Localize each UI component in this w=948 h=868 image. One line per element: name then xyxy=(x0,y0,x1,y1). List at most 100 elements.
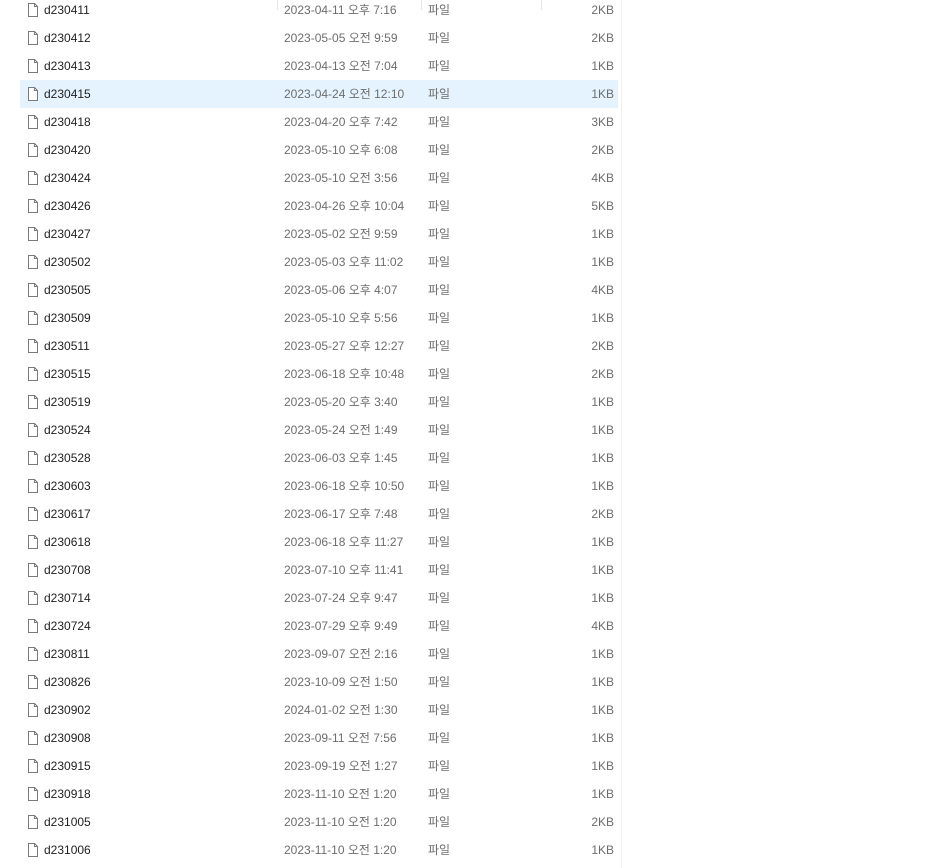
file-name: d230603 xyxy=(44,479,91,493)
file-type: 파일 xyxy=(428,619,451,633)
file-size: 1KB xyxy=(591,311,614,325)
file-name: d230412 xyxy=(44,31,91,45)
file-row[interactable]: d230511 2023-05-27 오후 12:27 파일 2KB xyxy=(20,332,618,360)
file-modified-date: 2023-09-11 오전 7:56 xyxy=(284,731,397,745)
file-type: 파일 xyxy=(428,255,451,269)
file-row[interactable]: d230420 2023-05-10 오후 6:08 파일 2KB xyxy=(20,136,618,164)
file-icon xyxy=(28,787,38,801)
file-modified-date: 2023-04-24 오전 12:10 xyxy=(284,87,405,101)
file-icon xyxy=(28,59,38,73)
file-name: d230618 xyxy=(44,535,91,549)
file-row[interactable]: d230811 2023-09-07 오전 2:16 파일 1KB xyxy=(20,640,618,668)
file-modified-date: 2023-05-02 오전 9:59 xyxy=(284,227,398,241)
file-size: 2KB xyxy=(591,31,614,45)
file-icon xyxy=(28,703,38,717)
file-modified-date: 2023-05-24 오전 1:49 xyxy=(284,423,398,437)
file-type: 파일 xyxy=(428,423,451,437)
file-icon xyxy=(28,395,38,409)
file-row[interactable]: d230418 2023-04-20 오후 7:42 파일 3KB xyxy=(20,108,618,136)
file-modified-date: 2023-06-03 오후 1:45 xyxy=(284,451,398,465)
file-icon xyxy=(28,31,38,45)
file-size: 2KB xyxy=(591,507,614,521)
file-modified-date: 2023-05-10 오후 5:56 xyxy=(284,311,398,325)
file-size: 1KB xyxy=(591,479,614,493)
file-modified-date: 2023-05-06 오후 4:07 xyxy=(284,283,398,297)
file-type: 파일 xyxy=(428,283,451,297)
file-icon xyxy=(28,367,38,381)
file-size: 2KB xyxy=(591,339,614,353)
file-size: 1KB xyxy=(591,647,614,661)
file-name: d230502 xyxy=(44,255,91,269)
file-icon xyxy=(28,843,38,857)
file-row[interactable]: d230524 2023-05-24 오전 1:49 파일 1KB xyxy=(20,416,618,444)
file-row[interactable]: d230519 2023-05-20 오후 3:40 파일 1KB xyxy=(20,388,618,416)
file-row[interactable]: d230826 2023-10-09 오전 1:50 파일 1KB xyxy=(20,668,618,696)
file-modified-date: 2023-04-13 오전 7:04 xyxy=(284,59,398,73)
file-icon xyxy=(28,87,38,101)
file-row[interactable]: d230918 2023-11-10 오전 1:20 파일 1KB xyxy=(20,780,618,808)
file-row[interactable]: d230424 2023-05-10 오전 3:56 파일 4KB xyxy=(20,164,618,192)
file-row[interactable]: d230515 2023-06-18 오후 10:48 파일 2KB xyxy=(20,360,618,388)
file-row[interactable]: d230411 2023-04-11 오후 7:16 파일 2KB xyxy=(20,0,618,24)
file-type: 파일 xyxy=(428,759,451,773)
file-row[interactable]: d231006 2023-11-10 오전 1:20 파일 1KB xyxy=(20,836,618,864)
file-name: d230528 xyxy=(44,451,91,465)
file-modified-date: 2023-04-11 오후 7:16 xyxy=(284,3,397,17)
file-modified-date: 2023-10-09 오전 1:50 xyxy=(284,675,398,689)
file-row[interactable]: d230708 2023-07-10 오후 11:41 파일 1KB xyxy=(20,556,618,584)
file-row[interactable]: d230603 2023-06-18 오후 10:50 파일 1KB xyxy=(20,472,618,500)
file-row[interactable]: d230427 2023-05-02 오전 9:59 파일 1KB xyxy=(20,220,618,248)
file-size: 2KB xyxy=(591,815,614,829)
file-modified-date: 2023-05-27 오후 12:27 xyxy=(284,339,405,353)
file-icon xyxy=(28,227,38,241)
file-type: 파일 xyxy=(428,787,451,801)
file-row[interactable]: d230908 2023-09-11 오전 7:56 파일 1KB xyxy=(20,724,618,752)
file-type: 파일 xyxy=(428,311,451,325)
file-row[interactable]: d230413 2023-04-13 오전 7:04 파일 1KB xyxy=(20,52,618,80)
file-name: d230511 xyxy=(44,339,90,353)
file-size: 1KB xyxy=(591,703,614,717)
file-row[interactable]: d230528 2023-06-03 오후 1:45 파일 1KB xyxy=(20,444,618,472)
file-name: d230714 xyxy=(44,591,91,605)
file-name: d230519 xyxy=(44,395,91,409)
file-row[interactable]: d230502 2023-05-03 오후 11:02 파일 1KB xyxy=(20,248,618,276)
file-size: 4KB xyxy=(591,171,614,185)
file-modified-date: 2023-04-20 오후 7:42 xyxy=(284,115,398,129)
file-row[interactable]: d230412 2023-05-05 오전 9:59 파일 2KB xyxy=(20,24,618,52)
file-type: 파일 xyxy=(428,451,451,465)
file-modified-date: 2023-11-10 오전 1:20 xyxy=(284,815,397,829)
file-type: 파일 xyxy=(428,367,451,381)
file-name: d230915 xyxy=(44,759,91,773)
file-row[interactable]: d230426 2023-04-26 오후 10:04 파일 5KB xyxy=(20,192,618,220)
file-row[interactable]: d230415 2023-04-24 오전 12:10 파일 1KB xyxy=(20,80,618,108)
file-row[interactable]: d230724 2023-07-29 오후 9:49 파일 4KB xyxy=(20,612,618,640)
file-row[interactable]: d230618 2023-06-18 오후 11:27 파일 1KB xyxy=(20,528,618,556)
file-row[interactable]: d230505 2023-05-06 오후 4:07 파일 4KB xyxy=(20,276,618,304)
file-type: 파일 xyxy=(428,395,451,409)
file-size: 2KB xyxy=(591,367,614,381)
file-name: d230411 xyxy=(44,3,90,17)
file-name: d230902 xyxy=(44,703,91,717)
file-size: 1KB xyxy=(591,731,614,745)
file-icon xyxy=(28,115,38,129)
file-icon xyxy=(28,255,38,269)
file-type: 파일 xyxy=(428,115,451,129)
file-name: d230413 xyxy=(44,59,91,73)
file-row[interactable]: d231005 2023-11-10 오전 1:20 파일 2KB xyxy=(20,808,618,836)
file-modified-date: 2023-06-18 오후 10:48 xyxy=(284,367,405,381)
file-name: d230708 xyxy=(44,563,91,577)
file-row[interactable]: d230915 2023-09-19 오전 1:27 파일 1KB xyxy=(20,752,618,780)
file-type: 파일 xyxy=(428,479,451,493)
file-name: d231006 xyxy=(44,843,91,857)
file-size: 5KB xyxy=(591,199,614,213)
file-size: 4KB xyxy=(591,619,614,633)
file-size: 1KB xyxy=(591,227,614,241)
file-name: d230426 xyxy=(44,199,91,213)
file-row[interactable]: d230714 2023-07-24 오후 9:47 파일 1KB xyxy=(20,584,618,612)
file-name: d230509 xyxy=(44,311,91,325)
file-row[interactable]: d230902 2024-01-02 오전 1:30 파일 1KB xyxy=(20,696,618,724)
file-row[interactable]: d230617 2023-06-17 오후 7:48 파일 2KB xyxy=(20,500,618,528)
file-row[interactable]: d230509 2023-05-10 오후 5:56 파일 1KB xyxy=(20,304,618,332)
file-icon xyxy=(28,647,38,661)
file-size: 1KB xyxy=(591,759,614,773)
